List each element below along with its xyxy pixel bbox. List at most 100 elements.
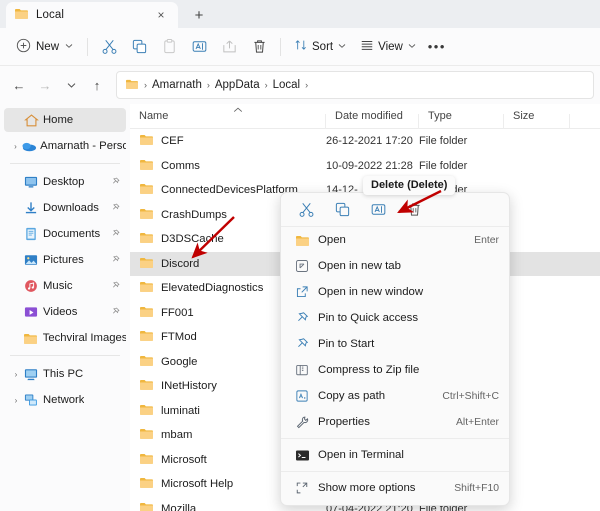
command-bar: New [0,28,600,66]
file-name: CrashDumps [161,209,227,221]
new-tab-icon [291,259,313,273]
column-header-type[interactable]: Type [419,110,504,122]
music-icon [22,279,40,293]
sidebar-item-label: Pictures [43,254,84,266]
cut-menu-button[interactable] [289,196,323,224]
sort-button[interactable]: Sort [287,34,353,60]
context-menu-item-open-in-new-tab[interactable]: Open in new tab [281,253,509,279]
breadcrumb-item-2[interactable]: Local [273,79,301,91]
context-menu-item-open[interactable]: OpenEnter [281,227,509,253]
context-menu-item-pin-to-quick-access[interactable]: Pin to Quick access [281,305,509,331]
delete-button[interactable] [244,33,274,61]
context-menu-item-open-in-new-window[interactable]: Open in new window [281,279,509,305]
up-button[interactable]: ↑ [84,72,110,98]
copy-button[interactable] [124,33,154,61]
column-header-date-modified[interactable]: Date modified [326,110,419,122]
sidebar-item-label: Desktop [43,176,84,188]
file-name: CEF [161,135,184,147]
cell-name: CEF [130,133,326,149]
context-menu-item-copy-as-path[interactable]: Copy as pathCtrl+Shift+C [281,383,509,409]
onedrive-icon [21,139,37,154]
recent-locations-button[interactable] [58,72,84,98]
folder-icon [139,378,154,394]
sidebar-item-home[interactable]: Home [4,108,126,132]
sidebar-item-label: Videos [43,306,77,318]
cell-type: File folder [419,160,504,172]
context-menu-item-compress-to-zip-file[interactable]: Compress to Zip file [281,357,509,383]
sidebar-item-network[interactable]: ›Network [4,388,126,412]
view-button[interactable]: View [353,34,423,60]
file-name: luminati [161,405,200,417]
downloads-icon [22,201,40,215]
context-menu-item-label: Copy as path [318,390,442,402]
close-icon[interactable]: × [152,6,170,24]
sidebar-item-downloads[interactable]: Downloads [4,196,126,220]
new-button-label: New [36,41,59,53]
expander-chevron-icon[interactable]: › [10,142,21,151]
sort-button-label: Sort [312,41,333,53]
sidebar-item-label: Documents [43,228,100,240]
cell-name: Comms [130,158,326,174]
folder-icon [139,182,154,198]
documents-icon [22,227,40,241]
sidebar-item-amarnath-person[interactable]: ›Amarnath - Person [4,134,126,158]
file-name: INetHistory [161,380,217,392]
chevron-down-icon [65,43,73,51]
table-row[interactable]: CEF26-12-2021 17:20File folder [130,129,600,154]
tab-title: Local [36,9,152,21]
navigation-pane: Home ›Amarnath - Person Desktop Downloads Do… [0,104,130,511]
context-menu-item-label: Open in new tab [318,260,499,272]
context-menu-item-pin-to-start[interactable]: Pin to Start [281,331,509,357]
expander-chevron-icon[interactable]: › [10,396,22,405]
sidebar-item-label: Home [43,114,73,126]
chevron-down-icon-sort [338,43,346,51]
folder-icon-address [125,78,139,93]
pin-icon [111,177,120,188]
breadcrumb-item-0[interactable]: Amarnath [152,79,202,91]
sidebar-item-documents[interactable]: Documents [4,222,126,246]
context-menu-item-show-more-options[interactable]: Show more optionsShift+F10 [281,475,509,501]
back-button[interactable]: ← [6,72,32,98]
context-menu-item-properties[interactable]: PropertiesAlt+Enter [281,409,509,435]
context-menu-item-label: Pin to Quick access [318,312,499,324]
delete-menu-button[interactable] [397,196,431,224]
breadcrumb-separator-2: › [265,80,268,90]
more-options-button[interactable]: ••• [423,34,451,60]
folder-icon [139,476,154,492]
file-name: FTMod [161,331,197,343]
new-button[interactable]: New [8,34,81,60]
sort-icon [294,38,308,55]
breadcrumb-separator-0: › [144,80,147,90]
folder-icon [22,332,40,345]
sidebar-item-desktop[interactable]: Desktop [4,170,126,194]
copy-path-icon [291,389,313,403]
column-headers: Name Date modified Type Size [130,104,600,129]
sidebar-item-videos[interactable]: Videos [4,300,126,324]
context-menu: OpenEnter Open in new tab Open in new wind… [280,192,510,506]
tab-local[interactable]: Local × [6,2,178,28]
address-bar[interactable]: › Amarnath › AppData › Local › [116,71,594,99]
rename-menu-button[interactable] [361,196,395,224]
sidebar-item-label: Techviral Images [43,332,126,344]
paste-button[interactable] [154,33,184,61]
sidebar-item-label: Downloads [43,202,99,214]
column-header-size[interactable]: Size [504,110,570,122]
table-row[interactable]: Comms10-09-2022 21:28File folder [130,154,600,179]
share-button[interactable] [214,33,244,61]
sidebar-item-music[interactable]: Music [4,274,126,298]
sidebar-item-pictures[interactable]: Pictures [4,248,126,272]
context-menu-item-open-in-terminal[interactable]: Open in Terminal [281,442,509,468]
column-header-name[interactable]: Name [130,110,326,122]
file-name: ElevatedDiagnostics [161,282,263,294]
copy-menu-button[interactable] [325,196,359,224]
sidebar-item-techviral-images[interactable]: Techviral Images [4,326,126,350]
sidebar-item-this-pc[interactable]: ›This PC [4,362,126,386]
expander-chevron-icon[interactable]: › [10,370,22,379]
rename-button[interactable] [184,33,214,61]
new-tab-button[interactable]: + [186,3,212,27]
cut-button[interactable] [94,33,124,61]
context-menu-items: OpenEnter Open in new tab Open in new wind… [281,227,509,501]
forward-button[interactable]: → [32,72,58,98]
breadcrumb-item-1[interactable]: AppData [215,79,260,91]
file-name: ConnectedDevicesPlatform [161,184,298,196]
